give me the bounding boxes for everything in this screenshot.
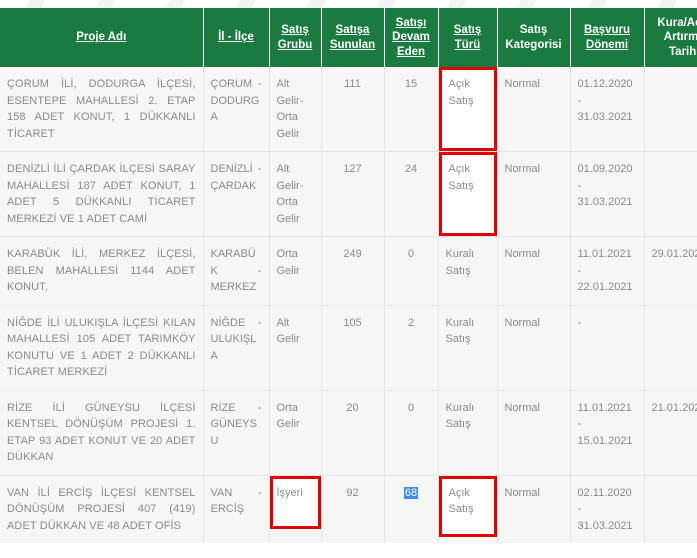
selected-value: 68 <box>403 486 419 499</box>
cell-satis-grubu: Orta Gelir <box>269 236 322 306</box>
cell-il-ilce: RİZE - GÜNEYSU <box>203 390 270 476</box>
cell-proje-adi[interactable]: KARABÜK İLİ, MERKEZ İLÇESİ, BELEN MAHALL… <box>0 236 204 306</box>
cell-satis-kategorisi: Normal <box>497 305 571 391</box>
cell-proje-adi[interactable]: NİĞDE İLİ ULUKIŞLA İLÇESİ KILAN MAHALLES… <box>0 305 204 391</box>
cell-proje-adi[interactable]: RİZE İLİ GÜNEYSU İLÇESİ KENTSEL DÖNÜŞÜM … <box>0 390 204 476</box>
cell-satisi-devam-eden: 68 <box>384 475 439 544</box>
cell-il-ilce: VAN - ERCİŞ <box>203 475 270 544</box>
cell-il-ilce: ÇORUM - DODURGA <box>203 67 270 153</box>
cell-proje-adi[interactable]: ÇORUM İLİ, DODURGA İLÇESİ, ESENTEPE MAHA… <box>0 67 204 153</box>
cell-kura-tarihi <box>644 67 697 153</box>
cell-satis-kategorisi: Normal <box>497 151 571 238</box>
cell-satisa-sunulan: 105 <box>321 305 385 391</box>
column-header-satis-kategorisi: Satış Kategorisi <box>497 8 571 68</box>
cell-satis-turu: Kuralı Satış <box>438 236 498 306</box>
cell-basvuru-donemi: 11.01.2021 - 15.01.2021 <box>570 390 645 476</box>
cell-proje-adi[interactable]: DENİZLİ İLİ ÇARDAK İLÇESİ SARAY MAHALLES… <box>0 151 204 238</box>
column-header-il-ilce[interactable]: İl - İlçe <box>203 8 270 68</box>
column-header-proje-adi[interactable]: Proje Adı <box>0 8 204 68</box>
cell-kura-tarihi <box>644 151 697 238</box>
table-row[interactable]: DENİZLİ İLİ ÇARDAK İLÇESİ SARAY MAHALLES… <box>0 151 697 238</box>
column-header-basvuru-donemi-label[interactable]: Başvuru Dönemi <box>584 24 630 50</box>
column-header-satis-grubu[interactable]: Satış Grubu <box>269 8 322 68</box>
cell-satisa-sunulan: 92 <box>321 475 385 544</box>
cell-satis-kategorisi: Normal <box>497 67 571 153</box>
table-row[interactable]: ÇORUM İLİ, DODURGA İLÇESİ, ESENTEPE MAHA… <box>0 67 697 153</box>
annotation-box-satis-turu: Açık Satış <box>438 475 497 538</box>
cell-satis-grubu: Alt Gelir-Orta Gelir <box>269 67 322 153</box>
cell-satisi-devam-eden: 2 <box>384 305 439 391</box>
cell-satis-turu: Açık Satış <box>438 475 498 544</box>
column-header-satis-turu[interactable]: Satış Türü <box>438 8 498 68</box>
table-row[interactable]: KARABÜK İLİ, MERKEZ İLÇESİ, BELEN MAHALL… <box>0 236 697 306</box>
column-header-satis-grubu-label[interactable]: Satış Grubu <box>278 24 313 50</box>
cell-basvuru-donemi: - <box>570 305 645 391</box>
column-header-satisa-sunulan[interactable]: Satışa Sunulan <box>321 8 385 68</box>
cell-satis-grubu: Alt Gelir <box>269 305 322 391</box>
cell-proje-adi[interactable]: VAN İLİ ERCİŞ İLÇESİ KENTSEL DÖNÜŞÜM PRO… <box>0 475 204 544</box>
column-header-satis-turu-label[interactable]: Satış Türü <box>454 24 482 50</box>
annotation-box-satis-turu-label: Açık Satış <box>448 163 474 192</box>
cell-satis-turu: Açık Satış <box>438 67 498 153</box>
annotation-box-satis-grubu-label: İşyeri <box>276 486 303 499</box>
cell-il-ilce: DENİZLİ - ÇARDAK <box>203 151 270 238</box>
column-header-il-ilce-label[interactable]: İl - İlçe <box>218 31 254 43</box>
projects-table: Proje Adı İl - İlçe Satış Grubu Satışa S… <box>0 8 697 544</box>
cell-satisa-sunulan: 127 <box>321 151 385 238</box>
cell-satis-turu: Kuralı Satış <box>438 390 498 476</box>
column-header-satisi-devam-eden[interactable]: Satışı Devam Eden <box>384 8 439 68</box>
annotation-box-satis-turu-label: Açık Satış <box>448 78 474 107</box>
cell-kura-tarihi: 21.01.2021 <box>644 390 697 476</box>
table-row[interactable]: NİĞDE İLİ ULUKIŞLA İLÇESİ KILAN MAHALLES… <box>0 305 697 391</box>
column-header-basvuru-donemi[interactable]: Başvuru Dönemi <box>570 8 645 68</box>
annotation-box-satis-grubu: İşyeri <box>269 475 321 530</box>
cell-basvuru-donemi: 01.12.2020 - 31.03.2021 <box>570 67 645 153</box>
cell-satisa-sunulan: 20 <box>321 390 385 476</box>
column-header-satis-kategorisi-label: Satış Kategorisi <box>505 24 562 51</box>
cell-satisi-devam-eden: 15 <box>384 67 439 153</box>
cell-satis-grubu: Orta Gelir <box>269 390 322 476</box>
table-header-row: Proje Adı İl - İlçe Satış Grubu Satışa S… <box>0 8 697 68</box>
cell-satis-turu: Kuralı Satış <box>438 305 498 391</box>
annotation-box-satis-turu-label: Açık Satış <box>448 486 474 516</box>
cell-satisi-devam-eden: 0 <box>384 390 439 476</box>
cell-satis-kategorisi: Normal <box>497 236 571 306</box>
cell-il-ilce: KARABÜK - MERKEZ <box>203 236 270 306</box>
cell-il-ilce: NİĞDE - ULUKIŞLA <box>203 305 270 391</box>
column-header-kura-acik-artirma-tarihi: Kura/Açık Artırma Tarihi <box>644 8 697 68</box>
cell-satis-grubu: İşyeri <box>269 475 322 544</box>
cell-satis-kategorisi: Normal <box>497 475 571 544</box>
cell-kura-tarihi <box>644 475 697 544</box>
cell-satis-kategorisi: Normal <box>497 390 571 476</box>
column-header-satisa-sunulan-label[interactable]: Satışa Sunulan <box>330 24 375 50</box>
annotation-box-satis-turu: Açık Satış <box>438 152 497 237</box>
table-header: Proje Adı İl - İlçe Satış Grubu Satışa S… <box>0 8 697 68</box>
cell-satis-grubu: Alt Gelir-Orta Gelir <box>269 151 322 238</box>
table-body: ÇORUM İLİ, DODURGA İLÇESİ, ESENTEPE MAHA… <box>0 67 697 544</box>
annotation-box-satis-turu: Açık Satış <box>438 67 497 152</box>
table-row[interactable]: VAN İLİ ERCİŞ İLÇESİ KENTSEL DÖNÜŞÜM PRO… <box>0 475 697 544</box>
cell-satisa-sunulan: 111 <box>321 67 385 153</box>
cell-satisi-devam-eden: 0 <box>384 236 439 306</box>
cell-satisi-devam-eden: 24 <box>384 151 439 238</box>
cell-basvuru-donemi: 02.11.2020 - 31.03.2021 <box>570 475 645 544</box>
cell-satis-turu: Açık Satış <box>438 151 498 238</box>
column-header-kura-acik-artirma-tarihi-label: Kura/Açık Artırma Tarihi <box>657 17 697 58</box>
column-header-proje-adi-label[interactable]: Proje Adı <box>76 31 126 43</box>
table-row[interactable]: RİZE İLİ GÜNEYSU İLÇESİ KENTSEL DÖNÜŞÜM … <box>0 390 697 476</box>
projects-table-container: Proje Adı İl - İlçe Satış Grubu Satışa S… <box>0 0 697 544</box>
cell-satisa-sunulan: 249 <box>321 236 385 306</box>
cell-kura-tarihi <box>644 305 697 391</box>
cell-basvuru-donemi: 01.09.2020 - 31.03.2021 <box>570 151 645 238</box>
column-header-satisi-devam-eden-label[interactable]: Satışı Devam Eden <box>392 17 430 58</box>
cell-basvuru-donemi: 11.01.2021 - 22.01.2021 <box>570 236 645 306</box>
cell-kura-tarihi: 29.01.2021 <box>644 236 697 306</box>
